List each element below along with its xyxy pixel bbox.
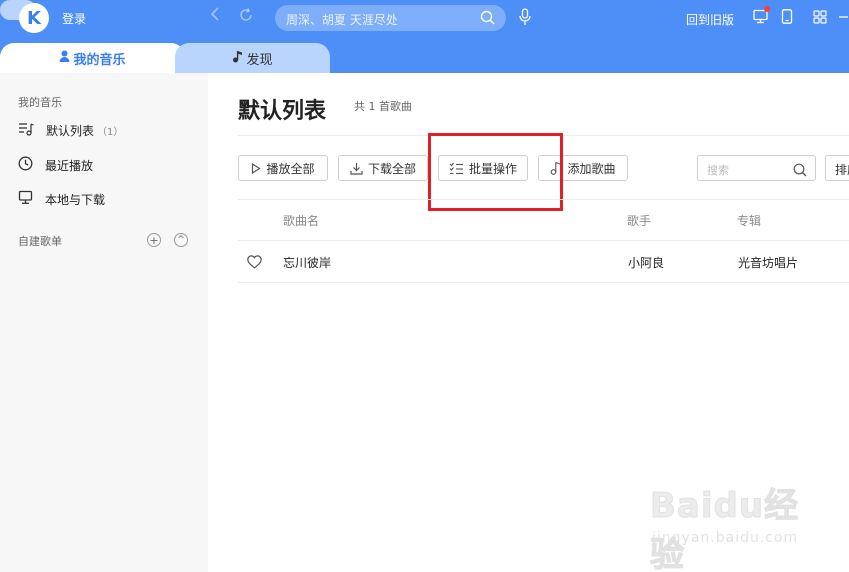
- row-album[interactable]: 光音坊唱片: [738, 254, 798, 271]
- tab-discover-label: 发现: [246, 52, 273, 68]
- tab-discover[interactable]: 发现: [175, 43, 330, 73]
- column-header-album[interactable]: 专辑: [737, 212, 761, 229]
- header-divider: [238, 240, 849, 241]
- download-all-button[interactable]: 下载全部: [338, 155, 428, 181]
- tab-my-music-label: 我的音乐: [73, 52, 126, 68]
- computer-icon: [18, 190, 33, 208]
- clock-icon: [18, 156, 33, 174]
- row-divider: [238, 282, 849, 283]
- refresh-icon[interactable]: [238, 7, 254, 27]
- sidebar-section-title: 我的音乐: [18, 96, 62, 109]
- login-link[interactable]: 登录: [62, 10, 86, 27]
- sidebar-item-label: 本地与下载: [45, 192, 106, 207]
- top-search-input[interactable]: 周深、胡夏 天涯尽处: [275, 5, 506, 31]
- user-icon: [59, 50, 70, 66]
- song-count: 共 1 首歌曲: [354, 100, 412, 113]
- page-title: 默认列表: [238, 99, 327, 124]
- top-search-placeholder: 周深、胡夏 天涯尽处: [286, 13, 398, 27]
- top-bar: K 登录 周深、胡夏 天涯尽处 回到旧版 我的音乐 发现: [0, 0, 849, 73]
- sort-button[interactable]: 排序: [825, 155, 849, 181]
- watermark-brand: Baidu经验: [650, 486, 800, 572]
- download-all-label: 下载全部: [367, 161, 416, 176]
- sidebar-item-default-list[interactable]: 默认列表 （1）: [18, 122, 123, 139]
- microphone-icon[interactable]: [518, 8, 532, 30]
- column-header-song[interactable]: 歌曲名: [283, 212, 319, 229]
- tab-my-music[interactable]: 我的音乐: [0, 43, 185, 73]
- toolbar-divider: [238, 199, 849, 200]
- sidebar-item-recent[interactable]: 最近播放: [18, 156, 93, 174]
- search-icon[interactable]: [793, 162, 807, 181]
- download-icon: [350, 162, 363, 175]
- sidebar-item-local-download[interactable]: 本地与下载: [18, 190, 105, 208]
- column-header-artist[interactable]: 歌手: [627, 212, 651, 229]
- search-icon[interactable]: [480, 10, 495, 29]
- mobile-phone-icon[interactable]: [781, 9, 793, 28]
- collapse-button[interactable]: ^: [174, 233, 188, 247]
- old-version-link[interactable]: 回到旧版: [686, 11, 734, 28]
- sidebar-item-label: 默认列表: [46, 124, 95, 138]
- watermark-url: jingyan.baidu.com: [652, 530, 799, 546]
- notification-dot: [764, 6, 770, 12]
- grid-menu-icon[interactable]: [813, 9, 827, 28]
- music-note-icon: [232, 50, 243, 67]
- window-control-icon[interactable]: [838, 9, 848, 28]
- custom-playlists-title: 自建歌单: [18, 235, 62, 248]
- playlist-search-placeholder: 搜索: [707, 164, 729, 177]
- play-all-button[interactable]: 播放全部: [238, 155, 328, 181]
- sidebar-item-count: （1）: [97, 127, 124, 138]
- back-arrow-icon[interactable]: [210, 7, 220, 25]
- sidebar: 我的音乐 默认列表 （1） 最近播放 本地与下载 自建歌单 + ^: [0, 73, 208, 572]
- baidu-watermark: Baidu经验 jingyan.baidu.com: [650, 478, 825, 572]
- app-logo[interactable]: K: [19, 3, 49, 33]
- playlist-icon: [18, 122, 34, 139]
- add-playlist-button[interactable]: +: [147, 233, 161, 247]
- playlist-search-input[interactable]: 搜索: [697, 155, 816, 181]
- row-artist[interactable]: 小阿良: [628, 254, 664, 271]
- play-icon: [252, 162, 262, 174]
- add-song-label: 添加歌曲: [567, 161, 616, 176]
- heart-icon[interactable]: [247, 254, 262, 273]
- play-all-label: 播放全部: [266, 161, 315, 176]
- sidebar-item-label: 最近播放: [45, 158, 94, 173]
- row-song-title[interactable]: 忘川彼岸: [283, 254, 331, 271]
